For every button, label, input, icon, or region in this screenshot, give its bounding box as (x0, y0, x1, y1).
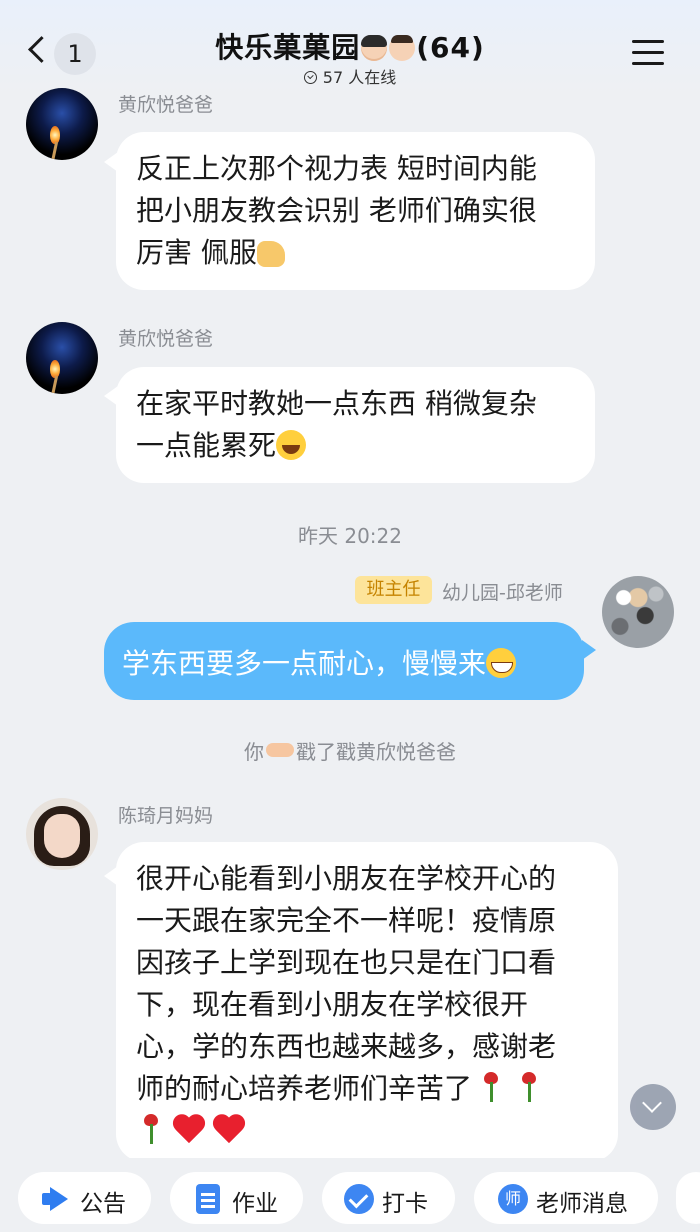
announcement-label: 公告 (80, 1191, 126, 1217)
avatar[interactable] (26, 798, 98, 870)
more-quick-action[interactable] (676, 1172, 700, 1224)
message-bubble[interactable]: 学东西要多一点耐心，慢慢来 (104, 622, 584, 700)
megaphone-icon (40, 1184, 70, 1214)
avatar[interactable] (602, 576, 674, 648)
laughing-emoji-icon (276, 430, 307, 460)
poke-text: 戳了戳黄欣悦爸爸 (296, 740, 456, 764)
thumbs-up-emoji-icon (256, 241, 285, 267)
message-text: 学东西要多一点耐心，慢慢来 (122, 647, 487, 680)
girl-emoji-icon (361, 35, 388, 61)
teacher-message-label: 老师消息 (536, 1191, 628, 1217)
sender-name: 黄欣悦爸爸 (118, 94, 214, 116)
message-line: 很开心能看到小朋友在学校开心的 (136, 862, 557, 895)
bubble-tail (582, 640, 596, 660)
role-badge: 班主任 (355, 576, 432, 604)
menu-icon[interactable] (632, 40, 664, 66)
message-line: 厉害 佩服 (136, 236, 257, 269)
document-icon (196, 1184, 220, 1214)
message-line: 在家平时教她一点东西 稍微复杂 (136, 387, 537, 420)
poke-actor: 你 (244, 740, 264, 764)
chat-header: 1 快乐菓菓园 (64) 57 人在线 (0, 0, 700, 94)
scroll-to-bottom-button[interactable] (630, 1084, 676, 1130)
online-count: 57 人在线 (322, 68, 397, 87)
quick-action-bar: 公告 作业 打卡 师 老师消息 (0, 1158, 700, 1232)
checkin-button[interactable]: 打卡 (322, 1172, 455, 1224)
rose-emoji-icon (476, 1070, 506, 1104)
teacher-message-button[interactable]: 师 老师消息 (474, 1172, 658, 1224)
message-line: 下，现在看到小朋友在学校很开 (136, 988, 529, 1021)
grinning-emoji-icon (486, 648, 517, 678)
message-line: 把小朋友教会识别 老师们确实很 (136, 194, 537, 227)
rose-emoji-icon (136, 1112, 166, 1146)
poke-notice: 你 戳了戳黄欣悦爸爸 (0, 736, 700, 765)
avatar[interactable] (26, 88, 98, 160)
message-line: 反正上次那个视力表 短时间内能 (136, 152, 537, 185)
heart-emoji-icon (173, 1115, 207, 1145)
teacher-icon: 师 (498, 1184, 528, 1214)
sender-name: 黄欣悦爸爸 (118, 328, 214, 350)
homework-label: 作业 (232, 1191, 278, 1217)
message-line: 师的耐心培养老师们辛苦了 (136, 1072, 473, 1105)
announcement-button[interactable]: 公告 (18, 1172, 151, 1224)
sender-name: 陈琦月妈妈 (118, 805, 214, 827)
rose-emoji-icon (514, 1070, 544, 1104)
online-status: 57 人在线 (0, 64, 700, 88)
message-bubble[interactable]: 在家平时教她一点东西 稍微复杂 一点能累死 (116, 367, 595, 483)
heart-emoji-icon (213, 1115, 247, 1145)
chevron-down-icon (642, 1093, 662, 1113)
check-icon (344, 1184, 374, 1214)
message-line: 心，学的东西也越来越多，感谢老 (136, 1030, 557, 1063)
message-bubble[interactable]: 反正上次那个视力表 短时间内能 把小朋友教会识别 老师们确实很 厉害 佩服 (116, 132, 595, 290)
pointing-hand-icon (266, 743, 294, 757)
checkin-label: 打卡 (382, 1191, 428, 1217)
message-line: 因孩子上学到现在也只是在门口看 (136, 946, 557, 979)
group-title: 快乐菓菓园 (64) (0, 26, 700, 66)
boy-emoji-icon (389, 35, 416, 61)
timestamp: 昨天 20:22 (298, 524, 402, 548)
group-name: 快乐菓菓园 (215, 31, 361, 64)
check-circle-icon (303, 71, 317, 84)
avatar[interactable] (26, 322, 98, 394)
message-line: 一点能累死 (136, 429, 277, 462)
message-bubble[interactable]: 很开心能看到小朋友在学校开心的 一天跟在家完全不一样呢！疫情原 因孩子上学到现在… (116, 842, 618, 1162)
message-line: 一天跟在家完全不一样呢！疫情原 (136, 904, 557, 937)
homework-button[interactable]: 作业 (170, 1172, 303, 1224)
sender-name: 幼儿园-邱老师 (442, 582, 563, 604)
member-count: (64) (416, 31, 485, 64)
